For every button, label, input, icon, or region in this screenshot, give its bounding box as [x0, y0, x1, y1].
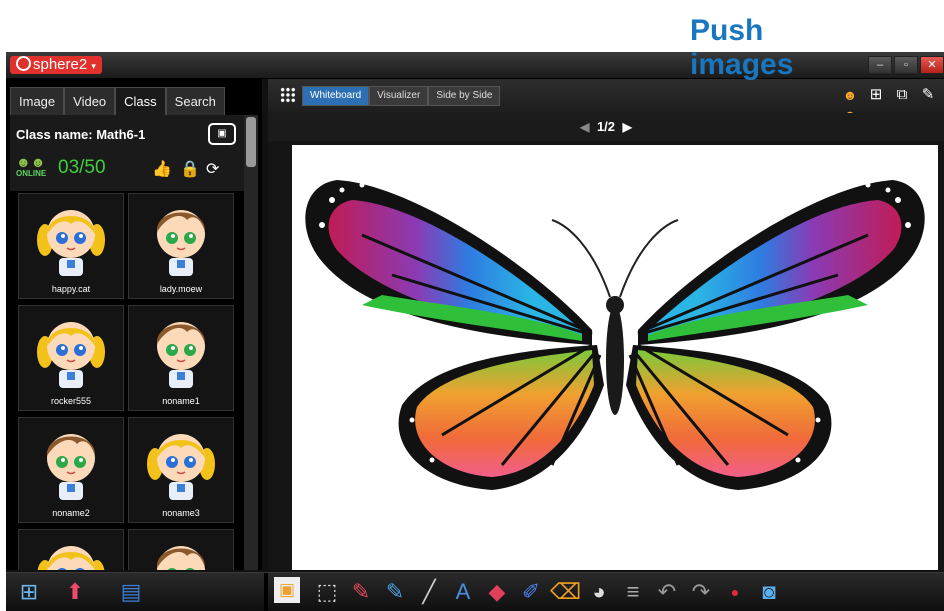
thumbs-up-icon[interactable]: 👍 — [152, 159, 172, 179]
edit-page-icon[interactable]: ✎ — [918, 85, 938, 105]
mode-side-by-side[interactable]: Side by Side — [428, 86, 501, 106]
eraser-icon[interactable]: ⌫ — [550, 577, 581, 607]
tab-search[interactable]: Search — [165, 87, 225, 116]
students-figure-icon: ☻☻ — [16, 154, 46, 170]
student-card[interactable]: noname3 — [128, 417, 234, 523]
boy-avatar-icon — [156, 210, 206, 276]
callout-line-2: images — [690, 48, 794, 81]
dropdown-icon: ▾ — [91, 61, 96, 71]
minimize-button[interactable]: – — [868, 56, 892, 74]
undo-icon[interactable]: ↶ — [652, 577, 682, 607]
record-icon[interactable]: ● — [720, 577, 750, 607]
tab-video[interactable]: Video — [64, 87, 116, 116]
push-images-callout: Push images — [690, 14, 840, 82]
scrollbar-thumb[interactable] — [246, 117, 256, 167]
student-name: lady.moew — [159, 284, 203, 294]
grid-menu-icon[interactable] — [280, 87, 296, 103]
lock-icon[interactable]: 🔒 — [180, 159, 200, 179]
student-card[interactable]: noname1 — [128, 305, 234, 411]
girl-avatar-icon — [37, 322, 105, 388]
blue-pen-icon[interactable]: ✎ — [380, 577, 410, 607]
red-pen-icon[interactable]: ✎ — [346, 577, 376, 607]
text-icon[interactable]: A — [448, 577, 478, 607]
boy-avatar-icon — [156, 322, 206, 388]
next-page-icon[interactable]: ▶ — [623, 120, 632, 134]
left-panel: Image Video Class Search Class name: Mat… — [6, 79, 262, 570]
add-page-icon[interactable]: ⧉ — [892, 85, 912, 105]
student-name: noname2 — [52, 508, 90, 518]
student-name: happy.cat — [51, 284, 91, 294]
student-card[interactable] — [128, 529, 234, 570]
push-images-icon[interactable]: ☻☻ — [840, 85, 860, 123]
student-name: noname3 — [162, 508, 200, 518]
document-icon[interactable]: ▤ — [116, 577, 146, 607]
student-card[interactable]: rocker555 — [18, 305, 124, 411]
mode-switcher: Whiteboard Visualizer Side by Side — [302, 86, 501, 106]
girl-avatar-icon — [37, 546, 105, 570]
select-mode-icon[interactable]: ▣ — [274, 577, 300, 603]
sphere-logo-icon — [16, 56, 31, 71]
student-card[interactable]: noname2 — [18, 417, 124, 523]
color-palette-icon[interactable]: ◕ — [584, 577, 614, 607]
marquee-select-icon[interactable]: ⬚ — [312, 577, 342, 607]
refresh-icon[interactable]: ⟳ — [206, 159, 219, 179]
online-count: 03/50 — [58, 157, 106, 178]
bottom-toolbar: ⊞ ⬆ ▤ ▣ ⬚ ✎ ✎ ╱ A ◆ ✐ ⌫ ◕ ≡ ↶ ↷ ● ◙ — [6, 572, 944, 611]
toolbar-divider — [264, 573, 268, 611]
left-tabs: Image Video Class Search — [10, 87, 225, 116]
student-grid: happy.cat lady.moew rocker555 noname1 no… — [18, 193, 240, 570]
butterfly-image — [305, 180, 925, 490]
whiteboard-toolbar: Whiteboard Visualizer Side by Side ☻☻ ⊞ … — [268, 79, 944, 123]
close-button[interactable]: ✕ — [920, 56, 944, 74]
window-controls: – ▫ ✕ — [868, 56, 944, 74]
whiteboard-canvas[interactable] — [292, 145, 938, 570]
app-window: sphere2 ▾ – ▫ ✕ Image Video Class Search… — [6, 52, 944, 611]
student-name: noname1 — [162, 396, 200, 406]
student-list-scrollbar[interactable] — [244, 115, 258, 570]
girl-avatar-icon — [37, 210, 105, 276]
mode-visualizer[interactable]: Visualizer — [369, 86, 429, 106]
student-name: rocker555 — [50, 396, 92, 406]
prev-page-icon[interactable]: ◀ — [580, 120, 589, 134]
class-info: Class name: Math6-1 ▣ ☻☻ ONLINE 03/50 👍 … — [10, 115, 244, 191]
app-menu-button[interactable]: sphere2 ▾ — [10, 56, 102, 74]
online-icon: ☻☻ ONLINE — [16, 155, 50, 185]
online-label: ONLINE — [16, 169, 47, 178]
app-title: sphere2 — [33, 56, 88, 73]
callout-line-1: Push — [690, 14, 764, 47]
page-indicator: 1/2 — [596, 119, 616, 134]
line-icon[interactable]: ╱ — [414, 577, 444, 607]
boy-avatar-icon — [46, 434, 96, 500]
girl-avatar-icon — [147, 434, 215, 500]
highlighter-icon[interactable]: ✐ — [516, 577, 546, 607]
tab-image[interactable]: Image — [10, 87, 65, 116]
whiteboard-panel: Whiteboard Visualizer Side by Side ☻☻ ⊞ … — [268, 79, 944, 570]
shapes-icon[interactable]: ◆ — [482, 577, 512, 607]
page-actions: ☻☻ ⊞ ⧉ ✎ — [840, 85, 938, 123]
redo-icon[interactable]: ↷ — [686, 577, 716, 607]
mode-whiteboard[interactable]: Whiteboard — [302, 86, 370, 106]
new-page-icon[interactable]: ⊞ — [866, 85, 886, 105]
student-card[interactable]: lady.moew — [128, 193, 234, 299]
page-navigator: ◀ 1/2 ▶ — [268, 113, 944, 141]
boy-avatar-icon — [156, 546, 206, 570]
layout-icon[interactable]: ⊞ — [14, 577, 44, 607]
tab-class[interactable]: Class — [115, 87, 166, 116]
class-name: Class name: Math6-1 — [16, 127, 146, 142]
student-card[interactable]: happy.cat — [18, 193, 124, 299]
push-up-arrow-icon[interactable]: ⬆ — [60, 577, 90, 607]
maximize-button[interactable]: ▫ — [894, 56, 918, 74]
line-width-icon[interactable]: ≡ — [618, 577, 648, 607]
camera-icon[interactable]: ◙ — [754, 577, 784, 607]
student-card[interactable] — [18, 529, 124, 570]
text-tool-label: A — [455, 579, 471, 604]
projector-icon[interactable]: ▣ — [208, 123, 236, 145]
